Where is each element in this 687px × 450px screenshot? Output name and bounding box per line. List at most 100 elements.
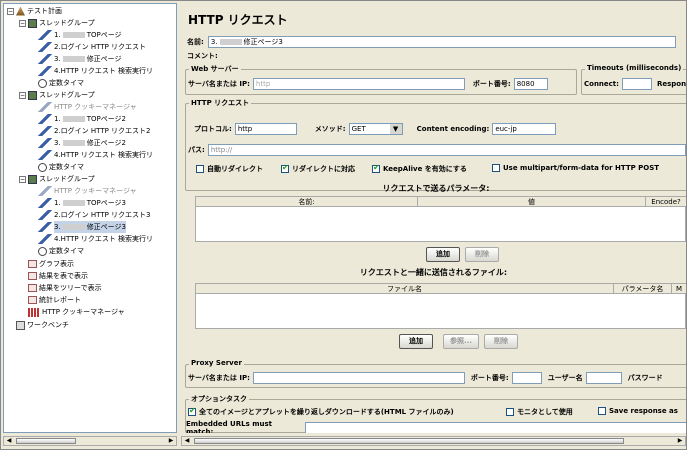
timer-icon <box>38 78 47 88</box>
follow-redirects-checkbox[interactable]: 自動リダイレクト <box>196 164 263 174</box>
monitor-checkbox[interactable]: モニタとして使用 <box>506 407 573 417</box>
tree-node-listener[interactable]: グラフ表示 <box>28 258 74 270</box>
files-title: リクエストと一緒に送信されるファイル: <box>359 268 508 277</box>
tree-node-thread-group[interactable]: スレッドグループ <box>28 17 95 29</box>
collapse-toggle[interactable]: − <box>19 20 26 27</box>
tree-node-timer[interactable]: 定数タイマ <box>38 245 84 257</box>
path-input[interactable]: http:// <box>207 143 686 156</box>
web-server-legend: Web サーバー <box>189 64 241 74</box>
listener-icon <box>28 284 37 292</box>
tree-node-sampler[interactable]: 4.HTTP リクエスト 検索実行リ <box>38 149 153 161</box>
tree-node-listener[interactable]: 結果をツリーで表示 <box>28 282 102 294</box>
sampler-icon <box>38 222 52 232</box>
files-table[interactable]: ファイル名 パラメータ名 M <box>195 283 686 329</box>
connect-timeout-input[interactable] <box>621 77 652 90</box>
name-row: 名前: 3. 修正ページ3 <box>187 35 676 48</box>
tree-node-timer[interactable]: 定数タイマ <box>38 161 84 173</box>
tree-node-sampler[interactable]: 2.ログイン HTTP リクエスト3 <box>38 209 151 221</box>
scroll-right-icon[interactable]: ▶ <box>166 437 176 445</box>
tree-node-sampler[interactable]: 2.ログイン HTTP リクエスト <box>38 41 146 53</box>
scroll-right-icon[interactable]: ▶ <box>675 437 685 445</box>
thread-group-icon <box>28 18 37 28</box>
test-plan-tree[interactable]: − テスト計画 − スレッドグループ 1. TOPページ 2.ログイン HTTP … <box>3 3 177 433</box>
server-input[interactable]: http <box>252 77 465 90</box>
tree-node-thread-group[interactable]: スレッドグループ <box>28 89 95 101</box>
listener-icon <box>28 260 37 268</box>
panel-horizontal-scrollbar[interactable]: ◀ ▶ <box>181 436 686 446</box>
panel-title: HTTP リクエスト <box>188 13 288 27</box>
sampler-icon <box>38 234 52 244</box>
col-param-name: パラメータ名 <box>614 284 672 294</box>
sampler-icon <box>38 210 52 220</box>
proxy-server-input[interactable] <box>252 371 465 384</box>
cookie-manager-icon <box>28 307 40 317</box>
sampler-icon <box>38 30 52 40</box>
encoding-input[interactable]: euc-jp <box>492 122 557 135</box>
tree-node-cookie-manager[interactable]: HTTP クッキーマネージャ <box>38 101 137 113</box>
tree-node-sampler[interactable]: 3. 修正ページ <box>38 53 122 65</box>
proxy-legend: Proxy Server <box>189 359 244 367</box>
sampler-icon <box>38 54 52 64</box>
proxy-server-group: Proxy Server サーバ名または IP: ポート番号: ユーザー名 パス… <box>185 359 686 388</box>
keepalive-checkbox[interactable]: KeepAlive を有効にする <box>372 163 467 174</box>
proxy-port-input[interactable] <box>511 371 542 384</box>
tree-node-workbench[interactable]: ワークベンチ <box>16 319 69 331</box>
col-encode: Encode? <box>646 197 686 207</box>
delete-parameter-button[interactable]: 削除 <box>465 247 499 262</box>
timeouts-group: Timeouts (milliseconds) Connect: Respon <box>581 64 686 95</box>
tree-node-sampler[interactable]: 4.HTTP リクエスト 検索実行リ <box>38 233 153 245</box>
delete-file-button[interactable]: 削除 <box>484 334 518 349</box>
tree-node-thread-group[interactable]: スレッドグループ <box>28 173 95 185</box>
parameters-table[interactable]: 名前: 値 Encode? <box>195 196 686 242</box>
tree-node-timer[interactable]: 定数タイマ <box>38 77 84 89</box>
tree-node-listener[interactable]: 結果を表で表示 <box>28 270 88 282</box>
name-input[interactable]: 3. 修正ページ3 <box>207 35 676 48</box>
redirect-checkbox[interactable]: リダイレクトに対応 <box>281 163 355 174</box>
thread-group-icon <box>28 90 37 100</box>
embedded-urls-input[interactable] <box>304 421 686 433</box>
cookie-manager-icon <box>38 102 52 112</box>
scroll-thumb[interactable] <box>16 438 76 444</box>
tree-node-sampler[interactable]: 1. TOPページ3 <box>38 197 126 209</box>
tree-node-test-plan[interactable]: テスト計画 <box>16 5 62 17</box>
protocol-input[interactable]: http <box>234 122 297 135</box>
sampler-icon <box>38 198 52 208</box>
add-parameter-button[interactable]: 追加 <box>426 247 460 262</box>
workbench-icon <box>16 320 25 330</box>
col-value: 値 <box>418 197 646 207</box>
tree-node-cookie-manager[interactable]: HTTP クッキーマネージャ <box>28 306 125 318</box>
scroll-thumb[interactable] <box>194 438 624 444</box>
params-title: リクエストで送るパラメータ: <box>382 184 490 193</box>
http-request-panel: HTTP リクエスト 名前: 3. 修正ページ3 コメント: Web サーバー サ… <box>181 3 686 433</box>
test-plan-icon <box>16 6 25 16</box>
browse-button[interactable]: 参照... <box>443 334 479 349</box>
scroll-left-icon[interactable]: ◀ <box>4 437 14 445</box>
collapse-toggle[interactable]: − <box>19 92 26 99</box>
tree-node-sampler[interactable]: 4.HTTP リクエスト 検索実行リ <box>38 65 153 77</box>
tree-node-sampler[interactable]: 1. TOPページ <box>38 29 122 41</box>
method-select[interactable]: GET ▼ <box>348 122 403 135</box>
collapse-toggle[interactable]: − <box>19 176 26 183</box>
tree-node-sampler[interactable]: 1. TOPページ2 <box>38 113 126 125</box>
tree-node-sampler[interactable]: 2.ログイン HTTP リクエスト2 <box>38 125 151 137</box>
add-file-button[interactable]: 追加 <box>399 334 433 349</box>
proxy-user-input[interactable] <box>585 371 622 384</box>
chevron-down-icon[interactable]: ▼ <box>389 123 402 134</box>
sampler-icon <box>38 42 52 52</box>
tree-horizontal-scrollbar[interactable]: ◀ ▶ <box>3 436 177 446</box>
tree-node-listener[interactable]: 統計レポート <box>28 294 81 306</box>
multipart-checkbox[interactable]: Use multipart/form-data for HTTP POST <box>492 164 659 172</box>
tree-node-sampler-selected[interactable]: 3. 修正ページ3 <box>38 221 127 233</box>
http-request-legend: HTTP リクエスト <box>189 98 252 108</box>
collapse-toggle[interactable]: − <box>7 8 14 15</box>
jmeter-window: − テスト計画 − スレッドグループ 1. TOPページ 2.ログイン HTTP … <box>0 0 687 450</box>
sampler-icon <box>38 114 52 124</box>
tree-node-cookie-manager[interactable]: HTTP クッキーマネージャ <box>38 185 137 197</box>
scroll-left-icon[interactable]: ◀ <box>182 437 192 445</box>
tree-node-sampler[interactable]: 3. 修正ページ2 <box>38 137 126 149</box>
sampler-icon <box>38 138 52 148</box>
retrieve-images-checkbox[interactable]: 全てのイメージとアプレットを繰り返しダウンロードする(HTML ファイルのみ) <box>188 406 454 417</box>
port-input[interactable]: 8080 <box>513 77 548 90</box>
thread-group-icon <box>28 174 37 184</box>
save-response-checkbox[interactable]: Save response as <box>598 407 678 415</box>
